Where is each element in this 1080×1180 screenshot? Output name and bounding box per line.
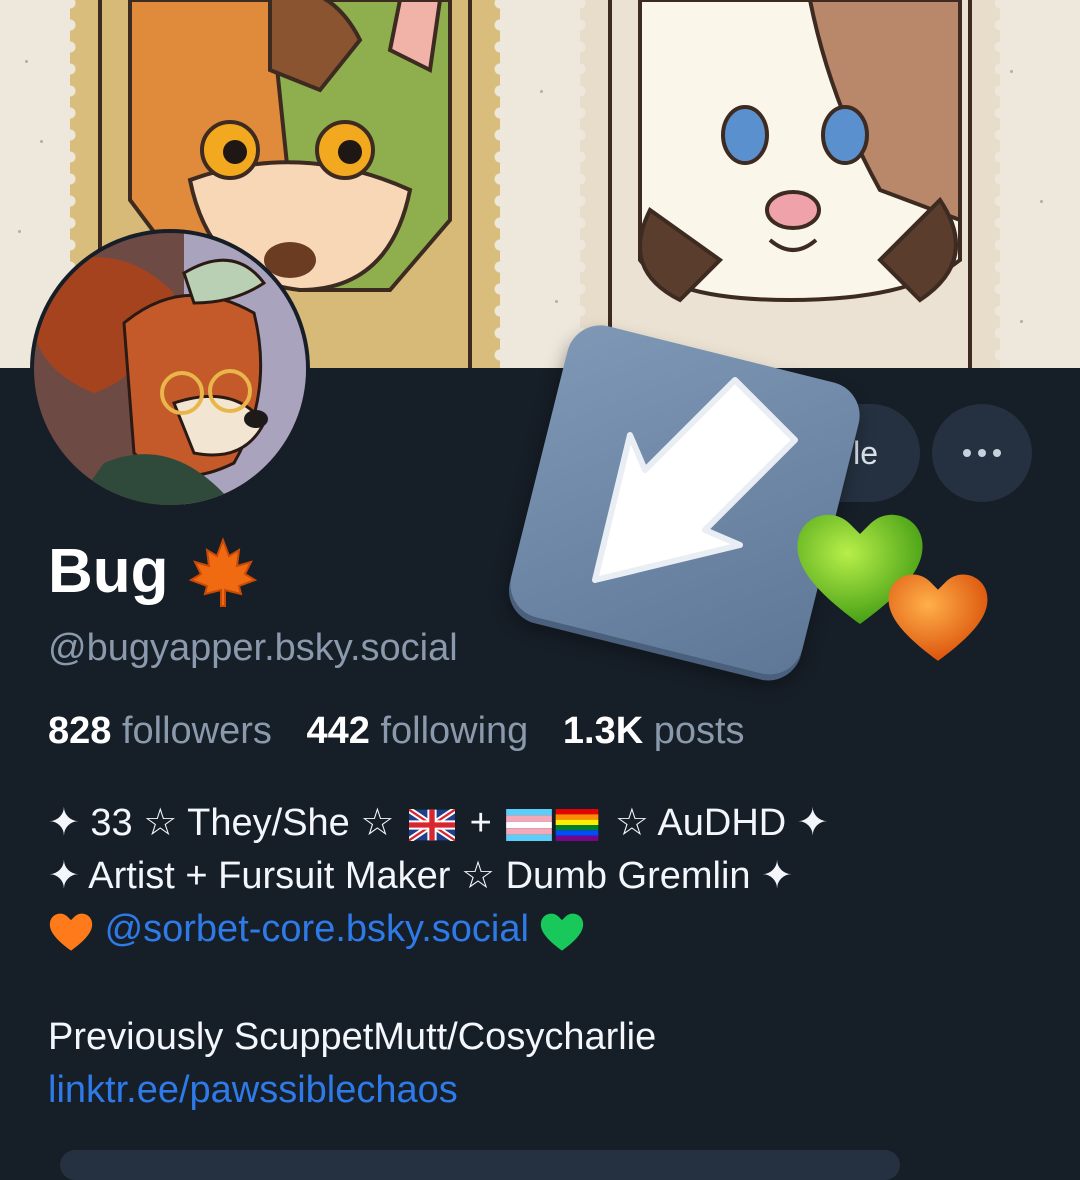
banner-stamp-dog — [580, 0, 1000, 368]
bio-line-2: ✦ Artist + Fursuit Maker ☆ Dumb Gremlin … — [48, 855, 793, 897]
rainbow-flag-icon — [555, 808, 599, 841]
more-options-button[interactable] — [932, 404, 1032, 502]
more-dots-icon — [963, 449, 971, 457]
bio-line-1: ✦ 33 ☆ They/She ☆ + ☆ AuDHD ✦ — [48, 802, 829, 844]
follow-button-label: le — [853, 434, 878, 471]
uk-flag-icon — [409, 808, 455, 841]
display-name: Bug — [48, 537, 169, 606]
stats-row: 828 followers 442 following 1.3K posts — [48, 708, 769, 754]
posts-stat: 1.3K posts — [562, 710, 745, 752]
bio-line-3: @sorbet-core.bsky.social — [48, 904, 585, 954]
mention-link[interactable]: @sorbet-core.bsky.social — [105, 908, 529, 950]
followers-stat[interactable]: 828 followers — [48, 710, 296, 752]
orange-heart-icon — [49, 913, 93, 951]
avatar[interactable] — [30, 229, 310, 509]
display-name-row: Bug — [48, 534, 259, 610]
handle: @bugyapper.bsky.social — [48, 627, 458, 669]
external-link[interactable]: linktr.ee/pawssiblechaos — [48, 1065, 458, 1115]
following-stat[interactable]: 442 following — [306, 710, 552, 752]
green-heart-icon — [541, 913, 584, 951]
maple-leaf-icon — [188, 537, 257, 607]
bio-line-previous-names: Previously ScuppetMutt/Cosycharlie — [48, 1016, 657, 1058]
orange-heart-icon — [888, 574, 988, 661]
dog-illustration — [608, 0, 972, 368]
avatar-image — [34, 233, 306, 505]
tab-bar-edge — [60, 1150, 900, 1180]
transgender-flag-icon — [506, 808, 553, 841]
